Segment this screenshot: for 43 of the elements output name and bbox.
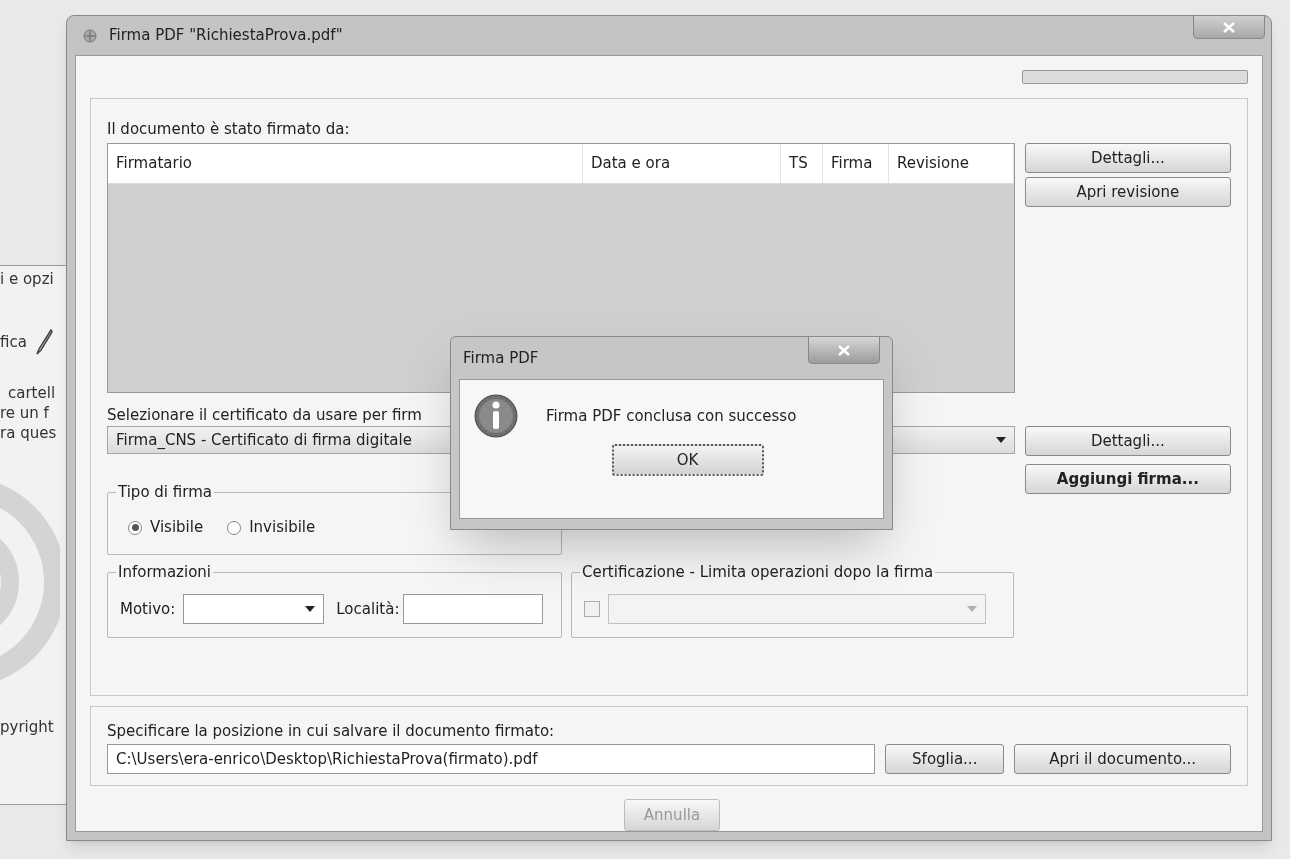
action-button[interactable]: Dettagli... (1024, 143, 1231, 173)
browse-button[interactable]: Sfoglia... (885, 744, 1005, 774)
close-button[interactable] (808, 336, 880, 364)
field-label: Motivo: (120, 598, 176, 620)
section-label: Il documento è stato firmato da: (107, 119, 351, 139)
section-label: Selezionare il certificato da usare per firm (107, 405, 423, 425)
dropdown-arrow-icon (967, 606, 977, 612)
action-button[interactable]: Dettagli... (1024, 426, 1231, 456)
close-icon (1223, 21, 1235, 33)
column-header[interactable]: Firmatario (108, 144, 583, 183)
window-text: cartell (7, 383, 57, 403)
column-header[interactable]: Data e ora (583, 144, 781, 183)
group-title: Certificazione - Limita operazioni dopo la firma (580, 562, 936, 582)
action-button[interactable]: Apri revisione (1024, 177, 1231, 207)
app-icon (83, 28, 97, 43)
section-label: Specificare la posizione in cui salvare il documento firmato: (107, 721, 556, 741)
reason-dropdown[interactable] (183, 594, 325, 624)
column-header[interactable]: Firma (823, 144, 889, 183)
window-text: ra ques (0, 423, 58, 443)
message-text: Firma PDF conclusa con successo (546, 405, 797, 427)
column-header[interactable]: TS (781, 144, 823, 183)
copyright-text: pyright (0, 717, 55, 737)
window-title: Firma PDF "RichiestaProva.pdf" (109, 25, 343, 47)
group-title: Tipo di firma (116, 482, 214, 502)
path-field[interactable]: C:\Users\era-enrico\Desktop\RichiestaProva(firmato).pdf (107, 744, 876, 774)
dropdown-arrow-icon (305, 606, 316, 612)
window-text: i e opzi (0, 269, 55, 289)
close-button[interactable] (1193, 15, 1265, 39)
location-field[interactable] (403, 594, 544, 624)
open-document-button[interactable]: Apri il documento... (1014, 744, 1231, 774)
toolbar-label: fica (0, 332, 27, 352)
dropdown-arrow-icon (995, 437, 1006, 443)
pen-icon (34, 329, 53, 355)
ok-button[interactable]: OK (611, 444, 764, 476)
radio-option[interactable]: Visibile (128, 516, 204, 539)
info-icon (474, 394, 518, 438)
message-box-title: Firma PDF (463, 347, 539, 369)
close-icon (838, 344, 850, 356)
column-header[interactable]: Revisione (889, 144, 1014, 183)
window-text: re un f (0, 403, 50, 423)
action-button[interactable]: Aggiungi firma... (1024, 464, 1231, 494)
field-label: Località: (336, 598, 400, 620)
radio-option[interactable]: Invisibile (227, 516, 316, 539)
